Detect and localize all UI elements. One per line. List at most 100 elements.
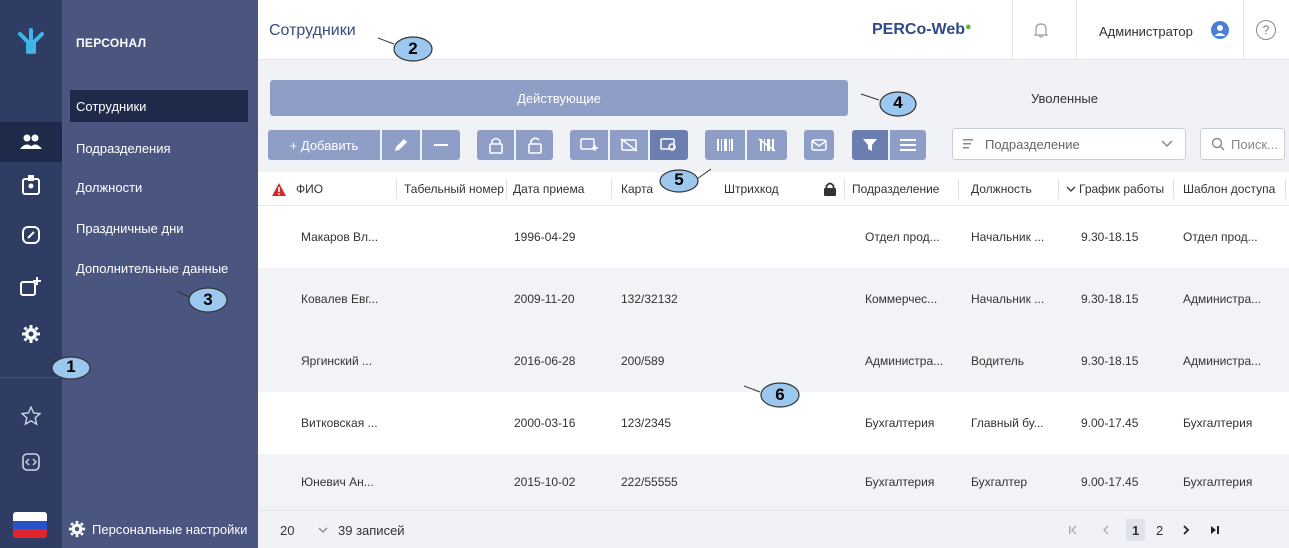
add-card-button[interactable] — [570, 130, 608, 160]
search-icon — [1211, 137, 1225, 151]
cell-hire-date: 2000-03-16 — [514, 416, 576, 430]
cell-schedule: 9.00-17.45 — [1081, 416, 1139, 430]
cell-position: Начальник ... — [971, 292, 1045, 306]
add-button[interactable]: + Добавить — [268, 130, 380, 160]
link-icon[interactable] — [0, 215, 62, 255]
cell-schedule: 9.30-18.15 — [1081, 292, 1139, 306]
avatar[interactable] — [1211, 21, 1229, 39]
filter-button[interactable] — [852, 130, 888, 160]
remove-card-button[interactable] — [610, 130, 648, 160]
col-divider — [611, 179, 612, 199]
page-size-select[interactable]: 20 — [280, 511, 328, 548]
users-icon[interactable] — [0, 122, 62, 162]
flag-icon[interactable] — [13, 512, 47, 538]
col-schedule[interactable]: График работы — [1066, 172, 1176, 206]
nav-item-extra-data[interactable]: Дополнительные данные — [70, 252, 248, 284]
cell-fio: Макаров Вл... — [301, 230, 379, 244]
help-icon[interactable]: ? — [1256, 20, 1276, 40]
menu-button[interactable] — [890, 130, 926, 160]
callout-2: 2 — [376, 34, 434, 64]
nav-item-departments[interactable]: Подразделения — [70, 132, 248, 164]
remove-barcode-button[interactable] — [747, 130, 787, 160]
cell-hire-date: 2009-11-20 — [514, 292, 575, 306]
col-department[interactable]: Подразделение — [852, 172, 956, 206]
mail-button[interactable] — [804, 130, 834, 160]
callout-1: 1 — [40, 352, 98, 382]
col-divider — [1285, 179, 1286, 199]
table-row[interactable]: Ковалев Евг... 2009-11-20 132/32132 Комм… — [258, 268, 1289, 330]
callout-5-label: 5 — [674, 170, 684, 189]
col-divider — [396, 179, 397, 199]
pencil-icon — [395, 139, 407, 151]
cell-access-template: Администра... — [1183, 354, 1262, 368]
list-icon — [963, 139, 973, 149]
brand-text: PERCo-Web — [872, 21, 966, 38]
cell-department: Бухгалтерия — [865, 475, 935, 489]
menu-icon — [900, 139, 916, 151]
nav-item-positions[interactable]: Должности — [70, 171, 248, 203]
lock-col-icon[interactable] — [824, 172, 842, 206]
col-divider — [844, 179, 845, 199]
cell-position: Бухгалтер — [971, 475, 1028, 489]
col-access-template[interactable]: Шаблон доступа — [1183, 172, 1287, 206]
first-page-icon[interactable] — [1068, 511, 1078, 548]
star-icon[interactable] — [0, 396, 62, 436]
brand-logo: PERCo-Web● — [872, 21, 972, 39]
col-position[interactable]: Должность — [971, 172, 1061, 206]
callout-5: 5 — [653, 165, 711, 195]
user-name[interactable]: Администратор — [1099, 24, 1193, 39]
lock-icon — [488, 137, 503, 154]
badge-icon[interactable] — [0, 165, 62, 205]
col-barcode[interactable]: Штрихкод — [724, 172, 814, 206]
callout-1-label: 1 — [66, 357, 76, 376]
bell-icon[interactable] — [1033, 22, 1049, 41]
col-fio[interactable]: ФИО — [296, 172, 396, 206]
lock-button[interactable] — [477, 130, 514, 160]
col-hire-date[interactable]: Дата приема — [513, 172, 611, 206]
cell-department: Администра... — [865, 354, 944, 368]
code-icon[interactable] — [0, 442, 62, 482]
nav-item-holidays[interactable]: Праздничные дни — [70, 212, 248, 244]
mail-icon — [811, 139, 827, 151]
page-1-button[interactable]: 1 — [1126, 519, 1146, 541]
cell-position: Водитель — [971, 354, 1025, 368]
col-tab-number[interactable]: Табельный номер — [404, 172, 506, 206]
callout-4: 4 — [859, 88, 917, 118]
gear-icon[interactable] — [0, 314, 62, 354]
cell-access-template: Бухгалтерия — [1183, 475, 1253, 489]
barcode-button[interactable] — [705, 130, 745, 160]
last-page-icon[interactable] — [1210, 511, 1220, 548]
cell-access-template: Отдел прод... — [1183, 230, 1258, 244]
page-2-button[interactable]: 2 — [1156, 511, 1163, 548]
tab-active-employees[interactable]: Действующие — [270, 80, 848, 116]
warning-icon[interactable] — [272, 172, 288, 206]
unlock-button[interactable] — [516, 130, 553, 160]
sort-down-icon — [1066, 186, 1076, 192]
chevron-down-icon — [319, 527, 328, 533]
next-page-icon[interactable] — [1182, 511, 1190, 548]
card-remove-icon — [620, 138, 638, 152]
col-divider — [958, 179, 959, 199]
personal-settings-button[interactable]: Персональные настройки — [62, 510, 258, 548]
department-select[interactable]: Подразделение — [952, 128, 1186, 160]
table-row[interactable]: Макаров Вл... 1996-04-29 Отдел прод... Н… — [258, 206, 1289, 268]
prev-page-icon[interactable] — [1102, 511, 1110, 548]
header-divider — [1243, 0, 1244, 60]
col-divider — [1173, 179, 1174, 199]
page-size-value: 20 — [280, 522, 295, 538]
search-input[interactable]: Поиск... — [1200, 128, 1285, 160]
nav-item-employees[interactable]: Сотрудники — [70, 90, 248, 122]
edit-button[interactable] — [382, 130, 420, 160]
cell-schedule: 9.30-18.15 — [1081, 354, 1139, 368]
filter-icon — [863, 139, 877, 151]
find-card-button[interactable] — [650, 130, 688, 160]
section-nav: ПЕРСОНАЛ Сотрудники Подразделения Должно… — [62, 0, 258, 548]
badge-add-icon[interactable] — [0, 266, 62, 306]
col-divider — [1058, 179, 1059, 199]
cell-fio: Юневич Ан... — [301, 475, 374, 489]
header-divider — [1012, 0, 1013, 60]
delete-button[interactable] — [422, 130, 460, 160]
table-row[interactable]: Юневич Ан... 2015-10-02 222/55555 Бухгал… — [258, 454, 1289, 510]
cell-department: Коммерчес... — [865, 292, 938, 306]
logo-icon[interactable] — [0, 0, 62, 82]
